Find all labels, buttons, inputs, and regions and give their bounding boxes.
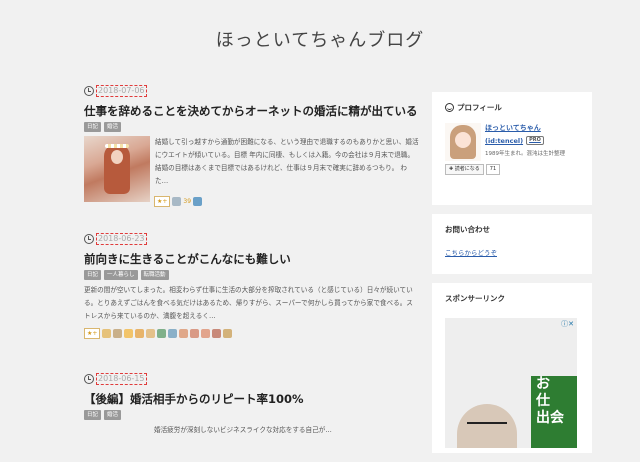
profile-id-link[interactable]: (id:tencel) PRO	[485, 136, 565, 145]
star-user-icon[interactable]	[102, 329, 112, 338]
ad-text: お 仕 出会	[531, 376, 577, 448]
category-tag[interactable]: 転職活動	[140, 270, 169, 280]
entry: 2018-07-06 仕事を辞めることを決めてからオーネットの婚活に精が出ている…	[84, 84, 419, 232]
entry-date[interactable]: 2018-06-23	[96, 233, 147, 245]
follow-button[interactable]: ✚ 読者になる	[445, 164, 484, 175]
entry-body: 結婚して引っ越すから通勤が困難になる、という理由で退職するのもありかと思い、婚活…	[84, 136, 419, 202]
clock-icon	[84, 374, 94, 384]
entry-title[interactable]: 前向きに生きることがこんなにも難しい	[84, 251, 419, 267]
sponsor-module: スポンサーリンク ⓘ✕ お 仕 出会	[432, 283, 592, 453]
star-user-icon[interactable]	[113, 329, 123, 338]
entry-categories: 日記 婚活	[84, 410, 419, 420]
category-tag[interactable]: 日記	[84, 270, 102, 280]
profile-name-link[interactable]: ほっといてちゃん	[485, 123, 565, 133]
sponsor-heading: スポンサーリンク	[445, 294, 505, 303]
contact-link[interactable]: こちらからどうぞ	[445, 247, 579, 257]
entry-excerpt: 結婚して引っ越すから通勤が困難になる、という理由で退職するのもありかと思い、婚活…	[155, 138, 419, 185]
star-user-icon[interactable]	[193, 197, 203, 206]
entry-title[interactable]: 仕事を辞めることを決めてからオーネットの婚活に精が出ている	[84, 103, 419, 119]
category-tag[interactable]: 一人暮らし	[104, 270, 138, 280]
entry: 2018-06-15 【後編】婚活相手からのリピート率100% 日記 婚活 婚活…	[84, 372, 419, 437]
sidebar: プロフィール ほっといてちゃん (id:tencel) PRO 1989年生まれ…	[432, 92, 592, 462]
entry-date[interactable]: 2018-07-06	[96, 85, 147, 97]
star-user-icon[interactable]	[146, 329, 156, 338]
contact-module: お問い合わせ こちらからどうぞ	[432, 214, 592, 274]
pro-badge: PRO	[526, 136, 544, 145]
entry-excerpt: 更新の間が空いてしまった。相変わらず仕事に生活の大部分を搾取されている（と感じて…	[84, 286, 413, 320]
star-user-icon[interactable]	[124, 329, 134, 338]
contact-heading: お問い合わせ	[445, 225, 490, 234]
profile-description: 1989年生まれ。混沌は生計整理	[485, 151, 566, 157]
category-tag[interactable]: 婚活	[104, 122, 122, 132]
add-star-button[interactable]: ★+	[154, 196, 171, 207]
profile-module: プロフィール ほっといてちゃん (id:tencel) PRO 1989年生まれ…	[432, 92, 592, 205]
add-star-button[interactable]: ★+	[84, 328, 101, 339]
clock-icon	[84, 86, 94, 96]
clock-icon	[84, 234, 94, 244]
star-user-icon[interactable]	[190, 329, 200, 338]
smile-icon	[445, 103, 454, 112]
adchoices-icon[interactable]: ⓘ✕	[561, 319, 574, 329]
entry-date-row: 2018-07-06	[84, 84, 419, 98]
entry-thumbnail[interactable]	[84, 136, 150, 202]
avatar[interactable]	[445, 123, 481, 161]
entry-list: 2018-07-06 仕事を辞めることを決めてからオーネットの婚活に精が出ている…	[84, 84, 419, 437]
blog-title[interactable]: ほっといてちゃんブログ	[0, 26, 640, 52]
star-user-icon[interactable]	[179, 329, 189, 338]
star-user-icon[interactable]	[223, 329, 233, 338]
entry-date-row: 2018-06-15	[84, 372, 419, 386]
profile-card: ほっといてちゃん (id:tencel) PRO 1989年生まれ。混沌は生計整…	[445, 123, 579, 161]
entry-categories: 日記 婚活	[84, 122, 419, 132]
star-area: ★+	[84, 328, 419, 339]
category-tag[interactable]: 婚活	[104, 410, 122, 420]
star-user-icon[interactable]	[172, 197, 182, 206]
star-user-icon[interactable]	[135, 329, 145, 338]
follower-count[interactable]: 71	[485, 164, 501, 175]
entry-excerpt: 婚活疲労が深刻しないビジネスライクな対応をする自己が…	[154, 426, 332, 434]
star-user-icon[interactable]	[212, 329, 222, 338]
star-user-icon[interactable]	[201, 329, 211, 338]
category-tag[interactable]: 日記	[84, 410, 102, 420]
entry: 2018-06-23 前向きに生きることがこんなにも難しい 日記 一人暮らし 転…	[84, 232, 419, 372]
follow-row: ✚ 読者になる 71	[445, 164, 579, 175]
category-tag[interactable]: 日記	[84, 122, 102, 132]
profile-heading: プロフィール	[445, 102, 579, 113]
entry-categories: 日記 一人暮らし 転職活動	[84, 270, 419, 280]
entry-title[interactable]: 【後編】婚活相手からのリピート率100%	[84, 391, 419, 407]
star-count[interactable]: 39	[183, 198, 191, 205]
entry-date[interactable]: 2018-06-15	[96, 373, 147, 385]
ad-banner[interactable]: ⓘ✕ お 仕 出会	[445, 318, 577, 448]
star-user-icon[interactable]	[157, 329, 167, 338]
entry-date-row: 2018-06-23	[84, 232, 419, 246]
star-user-icon[interactable]	[168, 329, 178, 338]
